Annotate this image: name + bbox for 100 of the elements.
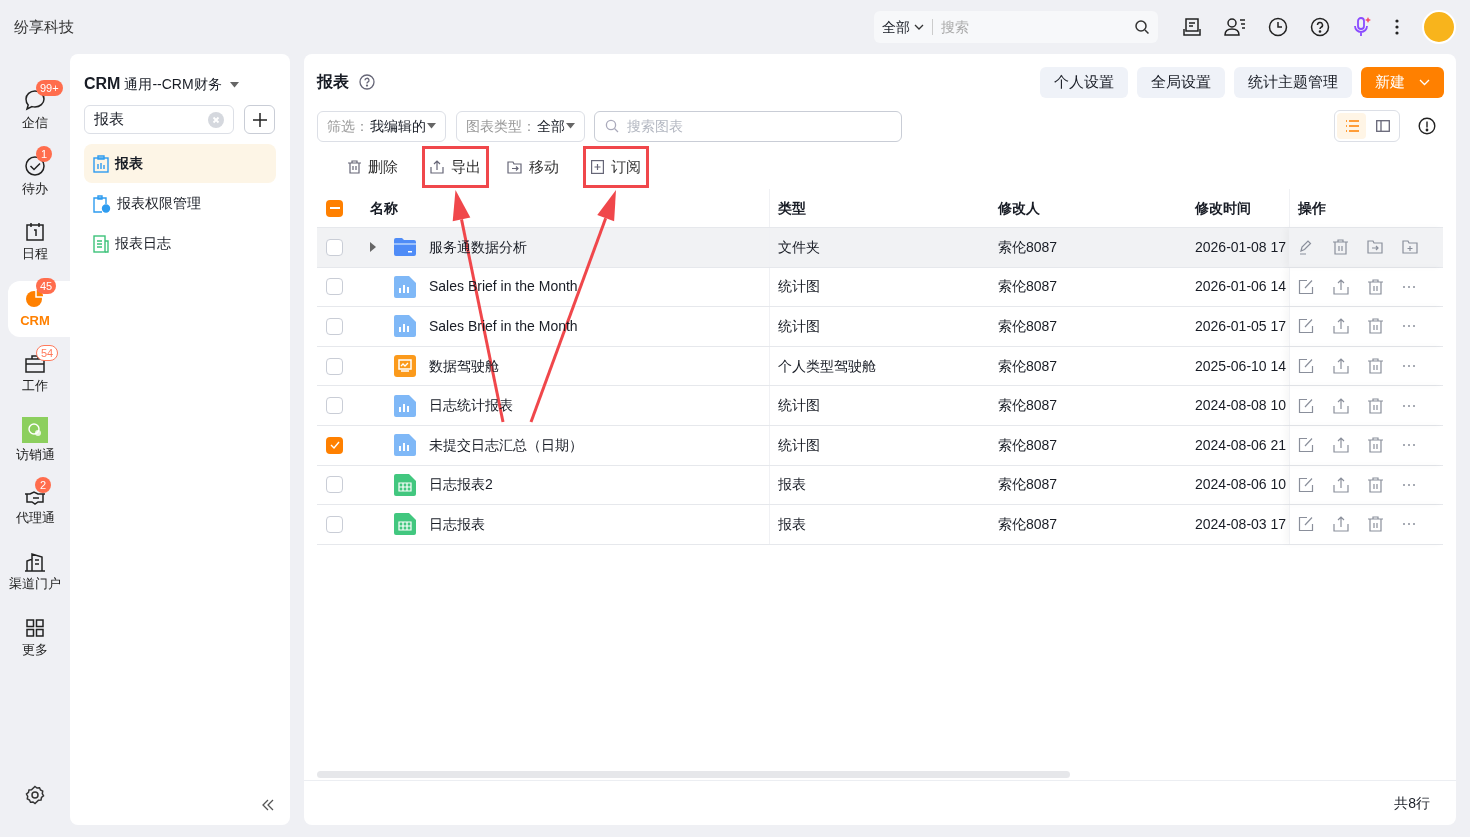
clock-icon[interactable] bbox=[1268, 17, 1288, 37]
table-row[interactable]: 日志报表 报表 索伦8087 2024-08-03 17 bbox=[317, 505, 1443, 545]
nav-item[interactable]: 54 工作 bbox=[8, 347, 62, 403]
settings-button[interactable]: 统计主题管理 bbox=[1234, 66, 1352, 98]
trash-icon[interactable] bbox=[1368, 358, 1383, 375]
upload-icon[interactable] bbox=[1333, 516, 1349, 533]
page-title: 报表 bbox=[317, 72, 349, 92]
caret-icon bbox=[566, 123, 575, 129]
checkbox[interactable] bbox=[326, 278, 343, 296]
report-name[interactable]: 日志报表 bbox=[429, 513, 485, 535]
search-icon[interactable] bbox=[1134, 19, 1150, 35]
trash-icon[interactable] bbox=[1368, 476, 1383, 493]
spreadsheet-icon bbox=[394, 473, 416, 496]
trash-icon[interactable] bbox=[1368, 437, 1383, 454]
trash-icon[interactable] bbox=[1368, 397, 1383, 414]
upload-icon[interactable] bbox=[1333, 278, 1349, 295]
checkbox[interactable] bbox=[326, 515, 343, 533]
collapse-icon[interactable] bbox=[262, 799, 274, 811]
upload-icon[interactable] bbox=[1333, 358, 1349, 375]
nav-item[interactable]: 1 待办 bbox=[8, 149, 62, 205]
column-header[interactable]: 类型 bbox=[778, 197, 806, 219]
folder-arrow-icon[interactable] bbox=[1367, 240, 1383, 255]
toolbar-button[interactable]: 订阅 bbox=[583, 146, 649, 188]
column-header[interactable]: 修改时间 bbox=[1195, 197, 1251, 219]
sidebar-item[interactable]: 报表 bbox=[84, 144, 276, 183]
sidebar-item[interactable]: 报表日志 bbox=[84, 224, 276, 263]
trash-icon[interactable] bbox=[1368, 278, 1383, 295]
table-cell-text: 统计图 bbox=[778, 435, 820, 455]
nav-item[interactable]: 日程 bbox=[8, 215, 62, 271]
edit-icon[interactable] bbox=[1298, 358, 1314, 375]
edit-icon[interactable] bbox=[1298, 397, 1314, 414]
upload-icon[interactable] bbox=[1333, 437, 1349, 454]
settings-button[interactable]: 全局设置 bbox=[1137, 66, 1225, 98]
toolbar-button[interactable]: 导出 bbox=[422, 146, 489, 188]
trash-icon[interactable] bbox=[1333, 239, 1348, 256]
column-header[interactable]: 修改人 bbox=[998, 197, 1040, 219]
search-icon bbox=[605, 119, 619, 133]
folder-plus-icon[interactable] bbox=[1402, 240, 1418, 255]
add-button[interactable] bbox=[244, 105, 275, 134]
trash-icon bbox=[348, 160, 361, 174]
scrollbar[interactable] bbox=[317, 771, 1070, 778]
report-name[interactable]: 未提交日志汇总（日期） bbox=[429, 434, 583, 456]
settings-button[interactable]: 个人设置 bbox=[1040, 66, 1128, 98]
avatar[interactable] bbox=[1422, 10, 1456, 44]
table-cell-text: 2024-08-03 17 bbox=[1195, 514, 1287, 534]
trash-icon[interactable] bbox=[1368, 318, 1383, 335]
column-header[interactable]: 名称 bbox=[370, 197, 398, 219]
calendar-icon bbox=[25, 222, 45, 243]
edit-icon[interactable] bbox=[1298, 278, 1314, 295]
upload-icon[interactable] bbox=[1333, 476, 1349, 493]
nav-item[interactable]: 2 代理通 bbox=[8, 479, 62, 535]
search-field[interactable]: 报表 bbox=[84, 105, 234, 134]
table-row[interactable]: 未提交日志汇总（日期） 统计图 索伦8087 2024-08-06 21 bbox=[317, 425, 1443, 466]
checkbox[interactable] bbox=[326, 357, 343, 375]
checkbox[interactable] bbox=[326, 238, 343, 256]
filter-dropdown[interactable]: 图表类型：全部 bbox=[456, 110, 585, 142]
expand-icon[interactable] bbox=[370, 242, 376, 253]
panel-icon bbox=[1375, 120, 1390, 132]
more-icon[interactable] bbox=[1394, 19, 1400, 35]
checkbox[interactable] bbox=[326, 476, 343, 494]
trash-icon[interactable] bbox=[1368, 516, 1383, 533]
edit-icon[interactable] bbox=[1298, 516, 1314, 533]
row-count: 共8行 bbox=[1394, 793, 1430, 813]
view-toggle[interactable] bbox=[1337, 113, 1366, 139]
edit-icon[interactable] bbox=[1298, 318, 1314, 335]
document-icon bbox=[93, 234, 109, 253]
checkbox[interactable] bbox=[326, 436, 343, 454]
nav-item[interactable]: 访销通 bbox=[8, 413, 62, 469]
column-header[interactable]: 操作 bbox=[1298, 197, 1326, 219]
pencil-icon[interactable] bbox=[1298, 239, 1314, 256]
toolbar-button[interactable]: 删除 bbox=[340, 146, 406, 188]
nav-item[interactable]: 渠道门户 bbox=[8, 545, 62, 601]
nav-item[interactable]: 99+ 企信 bbox=[8, 83, 62, 139]
upload-icon[interactable] bbox=[1333, 397, 1349, 414]
filter-dropdown[interactable]: 筛选：我编辑的 bbox=[317, 110, 446, 142]
report-name[interactable]: 日志报表2 bbox=[429, 474, 493, 496]
table-cell-text: 统计图 bbox=[778, 396, 820, 416]
table-cell-text: 索伦8087 bbox=[998, 277, 1058, 297]
table-row[interactable]: 日志报表2 报表 索伦8087 2024-08-06 10 bbox=[317, 465, 1443, 506]
folder-icon bbox=[394, 238, 416, 257]
checkbox[interactable] bbox=[326, 397, 343, 415]
edit-icon[interactable] bbox=[1298, 476, 1314, 493]
inbox-icon[interactable] bbox=[1182, 17, 1202, 37]
scope-dropdown[interactable]: 全部 bbox=[882, 16, 924, 38]
nav-item[interactable]: 更多 bbox=[8, 611, 62, 667]
contacts-icon[interactable] bbox=[1224, 17, 1246, 37]
workspace-dropdown[interactable]: 通用--CRM财务 bbox=[124, 74, 239, 95]
chevron-icon bbox=[914, 24, 924, 30]
clear-icon[interactable] bbox=[208, 111, 224, 128]
checkbox[interactable] bbox=[326, 199, 343, 217]
settings-icon[interactable] bbox=[25, 785, 45, 805]
search-field[interactable]: 全部 搜索 bbox=[874, 11, 1158, 43]
info-icon[interactable] bbox=[1418, 117, 1436, 135]
upload-icon[interactable] bbox=[1333, 318, 1349, 335]
toolbar-button[interactable]: 移动 bbox=[499, 146, 567, 188]
checkbox[interactable] bbox=[326, 318, 343, 335]
edit-icon[interactable] bbox=[1298, 437, 1314, 454]
sidebar-item[interactable]: 报表权限管理 bbox=[84, 184, 276, 223]
help-icon[interactable] bbox=[1310, 17, 1330, 37]
microphone-icon[interactable] bbox=[1352, 16, 1372, 38]
